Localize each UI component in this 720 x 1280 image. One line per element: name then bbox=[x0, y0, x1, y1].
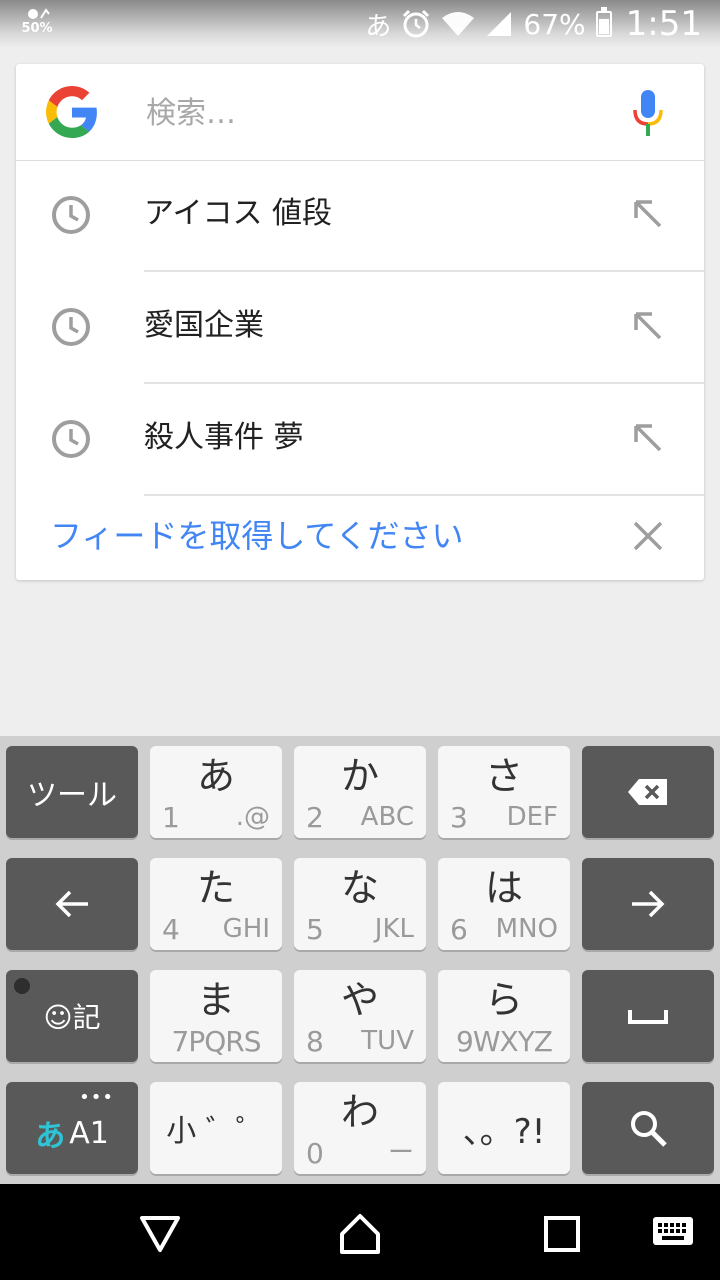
brightness-icon bbox=[28, 8, 50, 19]
arrow-right-icon bbox=[632, 890, 665, 918]
status-badge: 50% bbox=[21, 21, 53, 36]
history-item-label: 殺人事件 夢 bbox=[144, 420, 304, 455]
key-main: さ bbox=[484, 754, 523, 798]
emoji-key[interactable]: ☺記 bbox=[6, 970, 138, 1062]
status-right: あ 67% 1:51 bbox=[365, 4, 702, 44]
key-num: 4 bbox=[162, 913, 180, 946]
history-clock-icon bbox=[52, 308, 90, 346]
fill-query-arrow-icon[interactable] bbox=[630, 196, 666, 232]
mode-alpha-label: A1 bbox=[69, 1115, 109, 1151]
key-ha[interactable]: は 6 MNO bbox=[438, 858, 570, 950]
status-bar: 50% あ 67% 1:51 bbox=[0, 0, 720, 48]
get-feed-link[interactable]: フィードを取得してください bbox=[50, 514, 463, 558]
punctuation-key[interactable]: 、。?! bbox=[438, 1082, 570, 1174]
search-input[interactable] bbox=[144, 88, 588, 138]
key-ma[interactable]: ま 7PQRS bbox=[150, 970, 282, 1062]
space-icon bbox=[628, 1010, 668, 1024]
key-main: や bbox=[340, 978, 379, 1022]
key-sub: 7PQRS bbox=[171, 1025, 262, 1058]
key-ka[interactable]: か 2 ABC bbox=[294, 746, 426, 838]
search-key[interactable] bbox=[582, 1082, 714, 1174]
feed-prompt: フィードを取得してください bbox=[16, 492, 704, 580]
key-sub: MNO bbox=[495, 914, 558, 944]
keyboard-switch-icon[interactable] bbox=[652, 1214, 694, 1248]
key-sub: ー bbox=[387, 1138, 414, 1168]
key-num: 2 bbox=[306, 801, 324, 834]
mode-kana-label: あ bbox=[35, 1119, 66, 1154]
cursor-right-key[interactable] bbox=[582, 858, 714, 950]
key-num: 3 bbox=[450, 801, 468, 834]
small-dakuten-key[interactable]: 小 ゛゜ bbox=[150, 1082, 282, 1174]
key-main: は bbox=[484, 866, 523, 910]
alarm-icon bbox=[403, 9, 430, 38]
wifi-icon bbox=[442, 12, 475, 36]
key-main: ま bbox=[196, 978, 235, 1022]
input-mode-key[interactable]: ••• あ A1 bbox=[6, 1082, 138, 1174]
search-icon bbox=[631, 1111, 667, 1147]
status-left: 50% bbox=[20, 6, 54, 36]
small-key-label: 小 ゛゜ bbox=[166, 1114, 266, 1149]
arrow-left-icon bbox=[55, 890, 88, 918]
battery-icon bbox=[595, 7, 612, 37]
key-sa[interactable]: さ 3 DEF bbox=[438, 746, 570, 838]
fill-query-arrow-icon[interactable] bbox=[630, 308, 666, 344]
fill-query-arrow-icon[interactable] bbox=[630, 420, 666, 456]
key-main: わ bbox=[340, 1090, 379, 1134]
key-wa[interactable]: わ 0 ー bbox=[294, 1082, 426, 1174]
cursor-left-key[interactable] bbox=[6, 858, 138, 950]
mic-icon[interactable] bbox=[630, 88, 666, 138]
recents-icon[interactable] bbox=[540, 1212, 584, 1256]
battery-percent: 67% bbox=[523, 7, 586, 41]
key-main: か bbox=[340, 754, 379, 798]
home-icon[interactable] bbox=[338, 1212, 382, 1256]
history-item-label: 愛国企業 bbox=[144, 308, 264, 343]
backspace-key[interactable] bbox=[582, 746, 714, 838]
key-num: 5 bbox=[306, 913, 324, 946]
backspace-icon bbox=[628, 779, 667, 805]
keyboard: ツール あ 1 .@ か 2 ABC さ 3 DEF た 4 GHI な 5 J… bbox=[0, 736, 720, 1184]
search-card: アイコス 値段 愛国企業 殺人事件 夢 フィードを取得してください bbox=[16, 64, 704, 580]
key-sub: .@ bbox=[235, 802, 270, 832]
back-icon[interactable] bbox=[138, 1212, 182, 1256]
key-a[interactable]: あ 1 .@ bbox=[150, 746, 282, 838]
search-bar bbox=[16, 64, 704, 161]
ime-indicator: あ bbox=[365, 11, 392, 42]
signal-icon bbox=[487, 12, 512, 36]
clock-time: 1:51 bbox=[625, 4, 702, 44]
punctuation-key-label: 、。?! bbox=[462, 1111, 546, 1152]
key-sub: 9WXYZ bbox=[456, 1025, 553, 1058]
history-item-label: アイコス 値段 bbox=[144, 196, 333, 231]
emoji-key-label: ☺記 bbox=[43, 1001, 101, 1034]
key-num: 1 bbox=[162, 801, 180, 834]
history-clock-icon bbox=[52, 196, 90, 234]
key-main: あ bbox=[196, 754, 235, 798]
key-ya[interactable]: や 8 TUV bbox=[294, 970, 426, 1062]
tool-key-label: ツール bbox=[27, 778, 117, 813]
key-na[interactable]: な 5 JKL bbox=[294, 858, 426, 950]
tool-key[interactable]: ツール bbox=[6, 746, 138, 838]
key-num: 0 bbox=[306, 1137, 324, 1170]
key-main: な bbox=[340, 866, 379, 910]
key-sub: GHI bbox=[222, 914, 270, 944]
history-clock-icon bbox=[52, 420, 90, 458]
key-sub: ABC bbox=[360, 802, 414, 832]
history-item[interactable]: 愛国企業 bbox=[16, 272, 704, 384]
key-num: 6 bbox=[450, 913, 468, 946]
key-ra[interactable]: ら 9WXYZ bbox=[438, 970, 570, 1062]
key-num: 8 bbox=[306, 1025, 324, 1058]
key-main: ら bbox=[484, 978, 523, 1022]
close-icon[interactable] bbox=[630, 518, 666, 554]
key-ta[interactable]: た 4 GHI bbox=[150, 858, 282, 950]
google-g-icon bbox=[46, 86, 97, 138]
key-sub: TUV bbox=[361, 1026, 414, 1056]
space-key[interactable] bbox=[582, 970, 714, 1062]
key-sub: JKL bbox=[374, 914, 414, 944]
key-main: た bbox=[196, 866, 235, 910]
history-item[interactable]: アイコス 値段 bbox=[16, 160, 704, 272]
key-sub: DEF bbox=[506, 802, 558, 832]
navigation-bar bbox=[0, 1184, 720, 1280]
history-item[interactable]: 殺人事件 夢 bbox=[16, 384, 704, 496]
